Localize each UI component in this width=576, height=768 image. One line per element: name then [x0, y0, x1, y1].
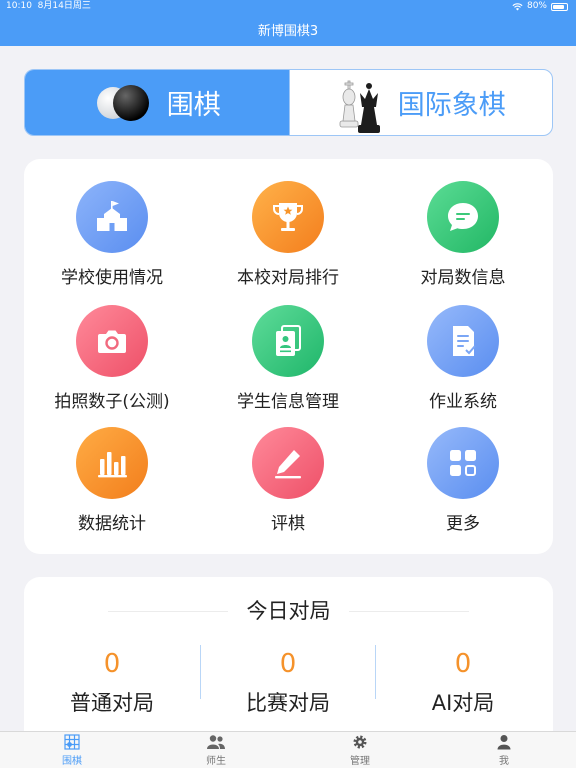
bottom-tab-bar: 围棋 师生 管理 我: [0, 731, 576, 768]
trophy-icon: [252, 181, 324, 253]
tab-chess-label: 国际象棋: [397, 90, 506, 121]
tile-data-statistics[interactable]: 数据统计: [32, 427, 192, 534]
tab-chess[interactable]: 国际象棋: [288, 70, 553, 135]
tab-me[interactable]: 我: [432, 732, 576, 768]
today-title: 今日对局: [246, 599, 331, 623]
status-right: 80%: [512, 0, 568, 13]
users-icon: [207, 734, 225, 749]
page-title: 新博围棋3: [257, 24, 319, 39]
tile-student-management[interactable]: 学生信息管理: [208, 305, 368, 412]
stat-match-games[interactable]: 0 比赛对局: [200, 649, 376, 717]
pen-icon: [252, 427, 324, 499]
stat-label: AI对局: [431, 691, 495, 715]
tile-label: 学校使用情况: [61, 268, 163, 288]
stat-ai-games[interactable]: 0 AI对局: [375, 649, 551, 717]
chess-pieces-icon: [339, 80, 380, 133]
tab-weiqi-label: 围棋: [166, 90, 221, 121]
tile-label: 数据统计: [78, 514, 146, 534]
tab-label: 我: [499, 755, 509, 767]
tile-review-game[interactable]: 评棋: [208, 427, 368, 534]
feature-grid-card: 学校使用情况 本校对局排行 对局数信息 拍照数子(公测) 学生信息管理 作业系统…: [24, 159, 553, 554]
tile-label: 学生信息管理: [237, 392, 339, 412]
stat-label: 比赛对局: [246, 691, 330, 715]
tile-game-info[interactable]: 对局数信息: [383, 181, 543, 288]
tile-label: 作业系统: [429, 392, 497, 412]
tab-weiqi[interactable]: 围棋: [25, 70, 289, 135]
student-card-icon: [252, 305, 324, 377]
person-icon: [497, 734, 511, 749]
tile-more[interactable]: 更多: [383, 427, 543, 534]
bar-chart-icon: [76, 427, 148, 499]
battery-percent: 80%: [526, 1, 547, 11]
stat-label: 普通对局: [70, 691, 154, 715]
tab-teachers-students[interactable]: 师生: [144, 732, 288, 768]
gear-icon: [353, 735, 367, 748]
status-time: 10:10: [6, 1, 32, 11]
camera-icon: [76, 305, 148, 377]
game-type-segmented-control: 围棋 国际象棋: [24, 69, 553, 136]
board-icon: [64, 733, 80, 750]
tile-school-usage[interactable]: 学校使用情况: [32, 181, 192, 288]
tile-homework-system[interactable]: 作业系统: [383, 305, 543, 412]
battery-icon: [551, 2, 568, 11]
stat-normal-games[interactable]: 0 普通对局: [24, 649, 200, 717]
chat-icon: [427, 181, 499, 253]
tab-label: 围棋: [62, 755, 82, 767]
tab-label: 管理: [350, 755, 370, 767]
stat-value: 0: [279, 649, 297, 679]
tile-label: 拍照数子(公测): [54, 392, 170, 412]
wifi-icon: [512, 2, 523, 11]
stat-value: 0: [454, 649, 472, 679]
tile-school-ranking[interactable]: 本校对局排行: [208, 181, 368, 288]
tab-label: 师生: [206, 755, 226, 767]
go-stones-icon: [96, 84, 149, 121]
status-time-date: 10:10 8月14日周三: [6, 0, 91, 13]
stat-value: 0: [103, 649, 121, 679]
tab-go[interactable]: 围棋: [0, 732, 144, 768]
tile-label: 评棋: [271, 514, 305, 534]
title-divider-right: [349, 611, 469, 612]
tile-label: 对局数信息: [420, 268, 506, 288]
tile-label: 更多: [446, 514, 480, 534]
status-date: 8月14日周三: [37, 1, 91, 11]
tile-photo-count[interactable]: 拍照数子(公测): [32, 305, 192, 412]
tab-manage[interactable]: 管理: [288, 732, 432, 768]
status-bar: 10:10 8月14日周三 80%: [0, 0, 576, 14]
grid-more-icon: [427, 427, 499, 499]
school-icon: [76, 181, 148, 253]
tile-label: 本校对局排行: [237, 268, 339, 288]
app-header: 10:10 8月14日周三 80% 新博围棋3: [0, 0, 576, 46]
homework-icon: [427, 305, 499, 377]
